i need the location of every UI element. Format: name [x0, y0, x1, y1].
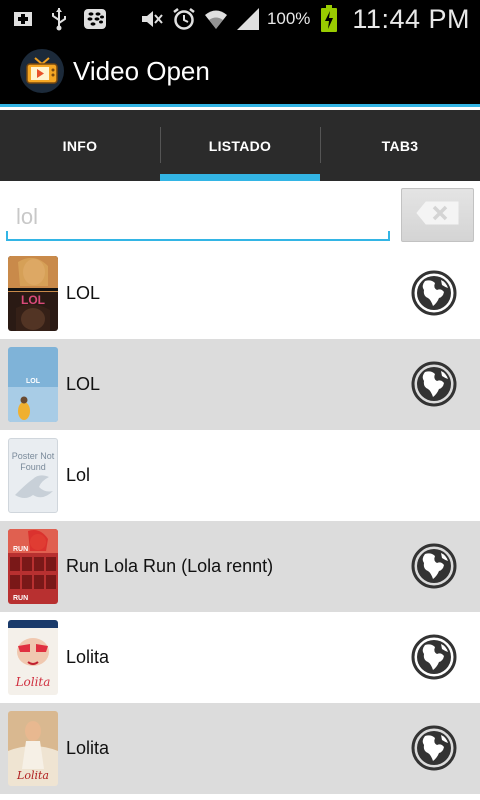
search-row	[0, 181, 480, 248]
tab-bar: INFO LISTADO TAB3	[0, 110, 480, 181]
svg-text:LOL: LOL	[26, 378, 41, 385]
tab-listado[interactable]: LISTADO	[160, 110, 320, 181]
globe-icon[interactable]	[411, 270, 457, 316]
movie-title: Lolita	[66, 738, 110, 758]
mute-icon	[139, 6, 165, 32]
movie-title: Run Lola Run (Lola rennt)	[66, 556, 274, 576]
tab-label: TAB3	[381, 137, 419, 154]
poster-thumbnail: Lolita	[8, 711, 58, 786]
battery-percent: 100%	[266, 9, 311, 28]
search-input[interactable]	[6, 195, 390, 241]
list-item[interactable]: LOL LOL	[0, 339, 480, 430]
list-item[interactable]: Lolita Lolita	[0, 703, 480, 794]
movie-title: Lol	[66, 465, 91, 485]
poster-thumbnail: LOL	[8, 347, 58, 422]
svg-text:RUN: RUN	[13, 546, 28, 553]
poster-thumbnail: LOL	[8, 256, 58, 331]
alarm-icon	[171, 6, 197, 32]
results-list: LOL LOL LOL LOL Poster Not Found Lol RUN…	[0, 248, 480, 794]
tab-label: INFO	[62, 137, 98, 154]
list-item[interactable]: LOL LOL	[0, 248, 480, 339]
tab-label: LISTADO	[208, 137, 272, 154]
backspace-clear-icon	[415, 201, 460, 230]
status-bar: 100% 11:44 PM	[0, 0, 480, 38]
tv-icon[interactable]	[20, 49, 64, 93]
app-title: Video Open	[73, 55, 210, 86]
movie-title: LOL	[66, 283, 101, 303]
globe-icon[interactable]	[411, 634, 457, 680]
signal-icon	[235, 6, 261, 32]
battery-charging-icon	[316, 5, 342, 32]
usb-icon	[46, 6, 72, 32]
list-item[interactable]: Lolita Lolita	[0, 612, 480, 703]
svg-text:Lolita: Lolita	[16, 769, 49, 782]
list-item[interactable]: RUN RUN Run Lola Run (Lola rennt)	[0, 521, 480, 612]
list-item[interactable]: Poster Not Found Lol	[0, 430, 480, 521]
poster-thumbnail: RUN RUN	[8, 529, 58, 604]
svg-text:Lolita: Lolita	[15, 675, 51, 689]
action-bar: Video Open	[0, 38, 480, 107]
tab-tab3[interactable]: TAB3	[320, 110, 480, 181]
clear-search-button[interactable]	[401, 188, 474, 242]
clock: 11:44 PM	[352, 3, 470, 34]
blackberry-icon	[82, 6, 108, 32]
movie-title: Lolita	[66, 647, 110, 667]
svg-text:RUN: RUN	[13, 595, 28, 602]
poster-not-found-thumbnail: Poster Not Found	[8, 438, 58, 513]
globe-icon[interactable]	[411, 725, 457, 771]
tab-info[interactable]: INFO	[0, 110, 160, 181]
poster-thumbnail: Lolita	[8, 620, 58, 695]
movie-title: LOL	[66, 374, 101, 394]
globe-icon[interactable]	[411, 543, 457, 589]
globe-icon[interactable]	[411, 361, 457, 407]
wifi-icon	[203, 6, 229, 32]
add-icon	[10, 6, 36, 32]
